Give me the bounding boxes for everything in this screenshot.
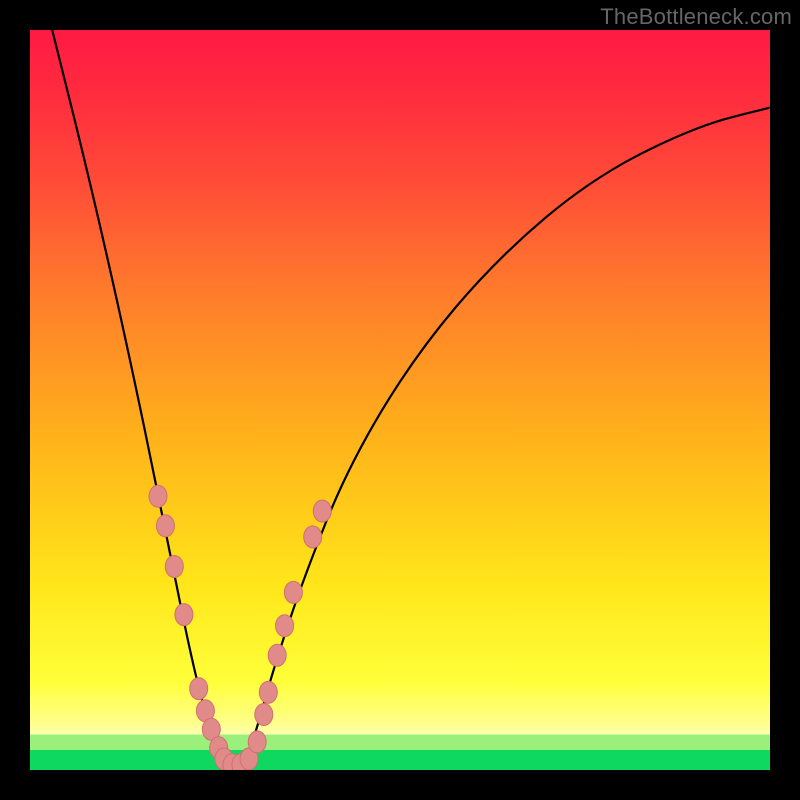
bead <box>156 515 174 537</box>
bead <box>313 500 331 522</box>
bead <box>248 731 266 753</box>
bead <box>149 485 167 507</box>
chart-frame: TheBottleneck.com <box>0 0 800 800</box>
bead <box>165 556 183 578</box>
bead <box>259 681 277 703</box>
bead <box>190 678 208 700</box>
bead <box>268 644 286 666</box>
bead <box>304 526 322 548</box>
plot-area <box>30 30 770 770</box>
watermark-text: TheBottleneck.com <box>600 4 792 30</box>
bead <box>284 581 302 603</box>
curve-svg <box>30 30 770 770</box>
bead <box>175 604 193 626</box>
bead-markers <box>149 485 331 770</box>
bottleneck-curve <box>52 30 770 768</box>
bead <box>255 704 273 726</box>
bead <box>276 615 294 637</box>
